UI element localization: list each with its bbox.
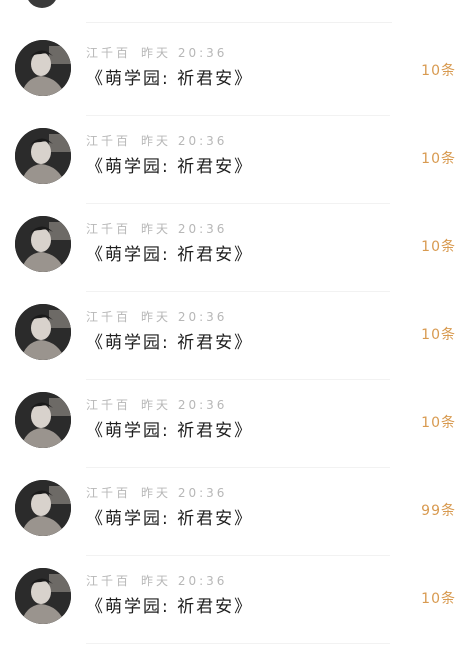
conversation-row[interactable]: 江千百 昨天 20:36 《萌学园: 祈君安》 99条 [0,468,474,556]
conversation-title: 《萌学园: 祈君安》 [86,597,254,617]
message-count: 99条 [421,503,456,519]
conversation-row[interactable]: 江千百 昨天 20:36 《萌学园: 祈君安》 10条 [0,28,474,116]
sender-name: 江千百 [86,398,132,412]
message-count: 10条 [421,591,456,607]
avatar[interactable] [15,304,71,360]
conversation-row[interactable]: 江千百 昨天 20:36 《萌学园: 祈君安》 10条 [0,292,474,380]
person-photo-icon [15,216,71,272]
conversation-list: 江千百 昨天 20:36 《萌学园: 祈君安》 10条 江千百 昨天 20:36 《… [0,0,474,651]
conversation-title: 《萌学园: 祈君安》 [86,245,254,265]
conversation-title: 《萌学园: 祈君安》 [86,69,254,89]
timestamp: 昨天 20:36 [141,574,228,588]
conversation-row[interactable]: 江千百 昨天 20:36 《萌学园: 祈君安》 10条 [0,116,474,204]
timestamp: 昨天 20:36 [141,46,228,60]
message-count: 10条 [421,415,456,431]
timestamp: 昨天 20:36 [141,486,228,500]
conversation-title: 《萌学园: 祈君安》 [86,509,254,529]
timestamp: 昨天 20:36 [141,222,228,236]
avatar[interactable] [15,480,71,536]
avatar[interactable] [15,216,71,272]
sender-name: 江千百 [86,486,132,500]
avatar[interactable] [15,40,71,96]
conversation-row[interactable]: 江千百 昨天 20:36 《萌学园: 祈君安》 10条 [0,556,474,644]
message-count: 10条 [421,151,456,167]
person-photo-icon [15,304,71,360]
person-photo-icon [15,480,71,536]
person-photo-icon [15,568,71,624]
avatar[interactable] [15,568,71,624]
timestamp: 昨天 20:36 [141,134,228,148]
message-count: 10条 [421,63,456,79]
conversation-row[interactable]: 江千百 昨天 20:36 《萌学园: 祈君安》 10条 [0,380,474,468]
conversation-title: 《萌学园: 祈君安》 [86,157,254,177]
timestamp: 昨天 20:36 [141,310,228,324]
divider [86,643,390,644]
conversation-row[interactable]: 江千百 昨天 20:36 《萌学园: 祈君安》 10条 [0,204,474,292]
sender-name: 江千百 [86,222,132,236]
message-count: 10条 [421,327,456,343]
timestamp: 昨天 20:36 [141,398,228,412]
sender-name: 江千百 [86,574,132,588]
conversation-title: 《萌学园: 祈君安》 [86,421,254,441]
person-photo-icon [15,392,71,448]
person-photo-icon [15,40,71,96]
avatar[interactable] [15,128,71,184]
sender-name: 江千百 [86,134,132,148]
sender-name: 江千百 [86,310,132,324]
person-photo-icon [15,128,71,184]
conversation-title: 《萌学园: 祈君安》 [86,333,254,353]
message-count: 10条 [421,239,456,255]
avatar[interactable] [15,392,71,448]
sender-name: 江千百 [86,46,132,60]
